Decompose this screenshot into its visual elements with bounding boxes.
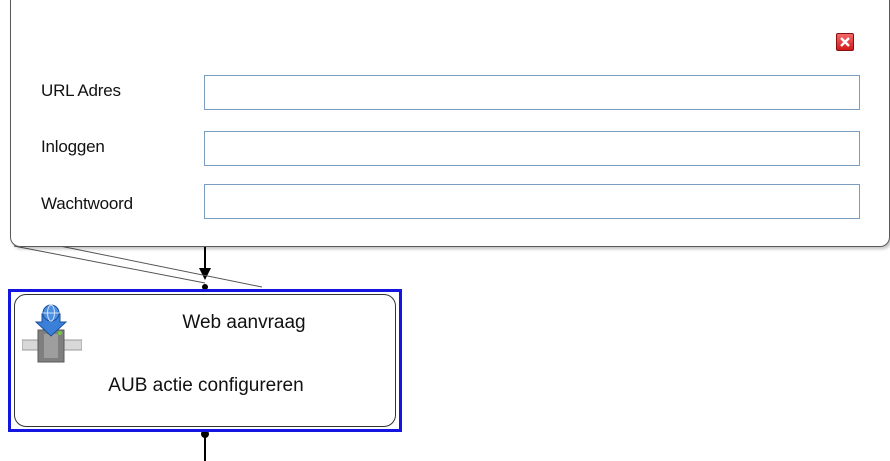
action-title: Web aanvraag	[182, 312, 306, 333]
action-config-popup: URL Adres Inloggen Wachtwoord	[10, 0, 890, 247]
action-status-text: AUB actie configureren	[108, 375, 304, 396]
close-x-icon[interactable]	[836, 33, 854, 51]
workflow-canvas: URL Adres Inloggen Wachtwoord Web aanvra…	[0, 0, 890, 461]
login-input[interactable]	[204, 131, 860, 166]
login-label: Inloggen	[41, 137, 105, 156]
url-input[interactable]	[204, 75, 860, 110]
web-request-action-node[interactable]: Web aanvraag AUB actie configureren	[8, 289, 402, 432]
password-label: Wachtwoord	[41, 194, 133, 213]
url-label: URL Adres	[41, 81, 121, 100]
password-input[interactable]	[204, 184, 860, 219]
